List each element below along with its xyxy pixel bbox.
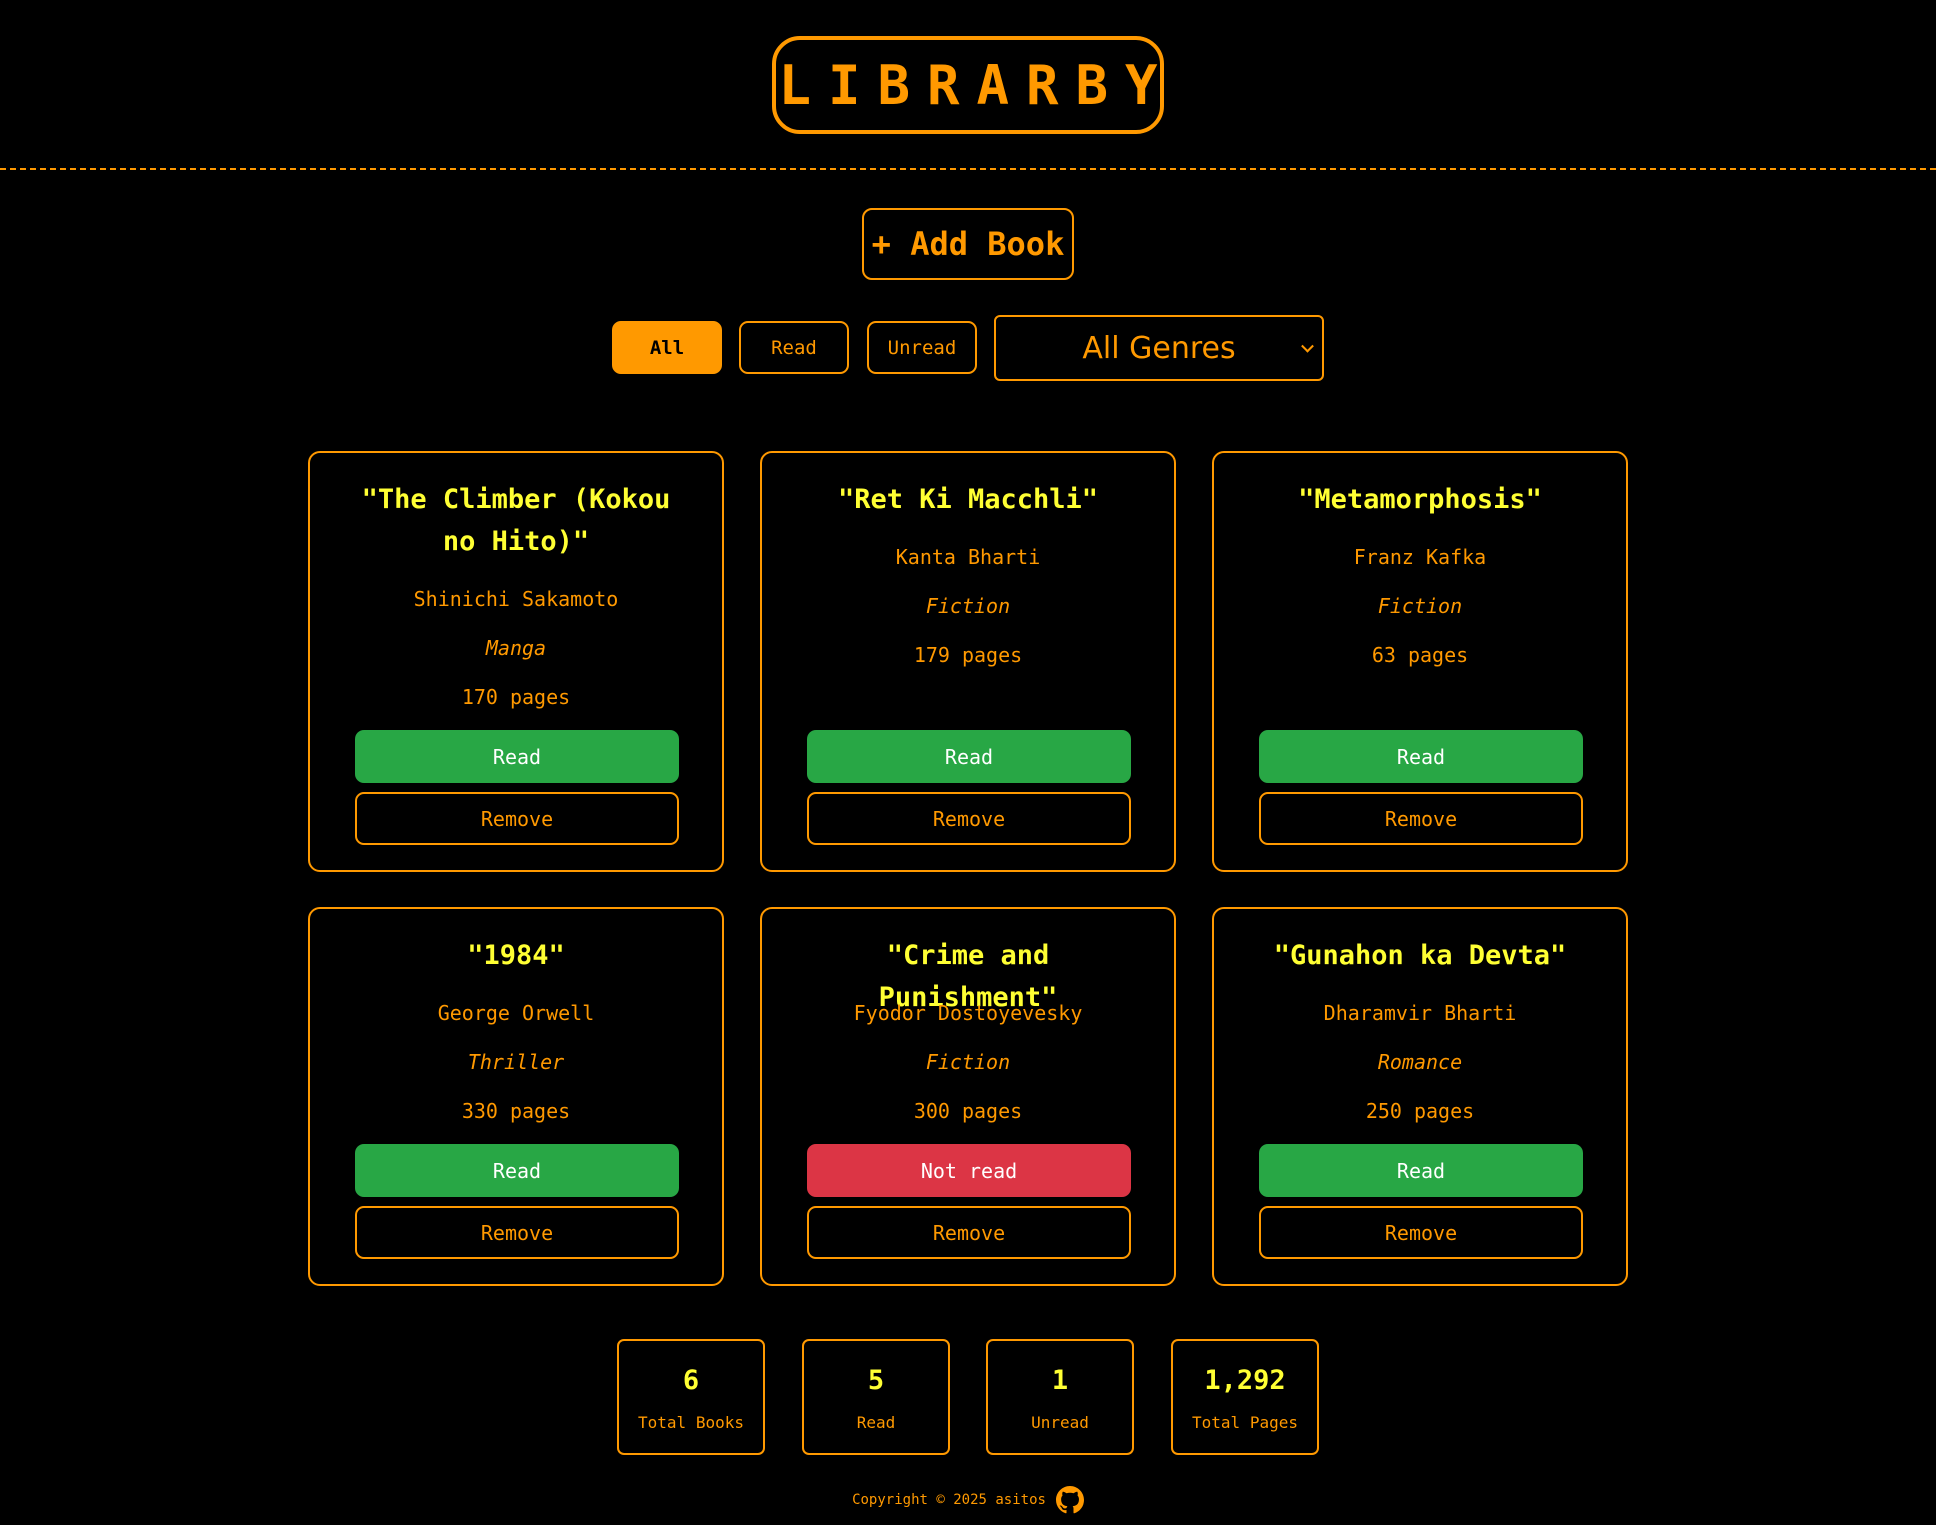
- book-pages: 250 pages: [1365, 1099, 1475, 1123]
- book-genre: Fiction: [925, 1050, 1011, 1074]
- book-author: Fyodor Dostoyevesky: [853, 1001, 1083, 1025]
- book-card: "Metamorphosis" Franz Kafka Fiction 63 p…: [1212, 451, 1628, 872]
- remove-button[interactable]: Remove: [355, 792, 679, 845]
- stat-total-books: 6 Total Books: [617, 1339, 765, 1455]
- book-pages: 170 pages: [461, 685, 571, 709]
- remove-button[interactable]: Remove: [807, 792, 1131, 845]
- filter-all-button[interactable]: All: [612, 321, 722, 374]
- stat-label: Total Pages: [1192, 1413, 1298, 1432]
- github-icon[interactable]: [1055, 1486, 1084, 1514]
- read-status-button[interactable]: Read: [355, 1144, 679, 1197]
- book-genre: Fiction: [925, 594, 1011, 618]
- book-author: George Orwell: [437, 1001, 595, 1025]
- filter-unread-button[interactable]: Unread: [867, 321, 977, 374]
- footer: Copyright © 2025 asitos: [0, 1486, 1936, 1514]
- read-status-button[interactable]: Read: [1259, 730, 1583, 783]
- book-author: Kanta Bharti: [895, 545, 1041, 569]
- genre-select[interactable]: All Genres: [994, 315, 1324, 381]
- stat-total-pages: 1,292 Total Pages: [1171, 1339, 1319, 1455]
- copyright-text: Copyright © 2025 asitos: [852, 1492, 1046, 1508]
- book-card: "Gunahon ka Devta" Dharamvir Bharti Roma…: [1212, 907, 1628, 1286]
- book-author: Franz Kafka: [1353, 545, 1487, 569]
- stat-label: Read: [856, 1413, 896, 1432]
- book-title: "The Climber (Kokou no Hito)": [361, 484, 671, 557]
- genre-select-value: All Genres: [1082, 330, 1236, 366]
- remove-button[interactable]: Remove: [355, 1206, 679, 1259]
- book-card: "Crime and Punishment" Fyodor Dostoyeves…: [760, 907, 1176, 1286]
- stat-value: 5: [867, 1365, 885, 1396]
- book-author: Dharamvir Bharti: [1323, 1001, 1517, 1025]
- stat-value: 1,292: [1204, 1365, 1286, 1396]
- stat-value: 6: [682, 1365, 700, 1396]
- remove-button[interactable]: Remove: [807, 1206, 1131, 1259]
- read-status-button[interactable]: Read: [355, 730, 679, 783]
- book-pages: 179 pages: [913, 643, 1023, 667]
- book-genre: Romance: [1377, 1050, 1463, 1074]
- not-read-status-button[interactable]: Not read: [807, 1144, 1131, 1197]
- book-card: "The Climber (Kokou no Hito)" Shinichi S…: [308, 451, 724, 872]
- chevron-down-icon: [1301, 339, 1314, 353]
- book-card: "1984" George Orwell Thriller 330 pages …: [308, 907, 724, 1286]
- header: LIBRARBY: [0, 0, 1936, 170]
- book-title: "Ret Ki Macchli": [837, 484, 1099, 515]
- remove-button[interactable]: Remove: [1259, 792, 1583, 845]
- read-status-button[interactable]: Read: [1259, 1144, 1583, 1197]
- app-logo: LIBRARBY: [772, 36, 1164, 134]
- book-author: Shinichi Sakamoto: [413, 587, 619, 611]
- stat-label: Unread: [1031, 1413, 1089, 1432]
- book-title: "1984": [467, 940, 565, 971]
- stat-unread: 1 Unread: [986, 1339, 1134, 1455]
- add-book-button[interactable]: + Add Book: [862, 208, 1074, 280]
- filter-read-button[interactable]: Read: [739, 321, 849, 374]
- book-title: "Gunahon ka Devta": [1273, 940, 1567, 971]
- remove-button[interactable]: Remove: [1259, 1206, 1583, 1259]
- book-genre: Manga: [485, 636, 547, 660]
- book-genre: Thriller: [467, 1050, 565, 1074]
- book-pages: 63 pages: [1371, 643, 1469, 667]
- book-title: "Metamorphosis": [1298, 484, 1542, 515]
- book-card: "Ret Ki Macchli" Kanta Bharti Fiction 17…: [760, 451, 1176, 872]
- book-pages: 300 pages: [913, 1099, 1023, 1123]
- stat-read: 5 Read: [802, 1339, 950, 1455]
- book-pages: 330 pages: [461, 1099, 571, 1123]
- read-status-button[interactable]: Read: [807, 730, 1131, 783]
- stat-label: Total Books: [638, 1413, 744, 1432]
- book-genre: Fiction: [1377, 594, 1463, 618]
- stat-value: 1: [1051, 1365, 1069, 1396]
